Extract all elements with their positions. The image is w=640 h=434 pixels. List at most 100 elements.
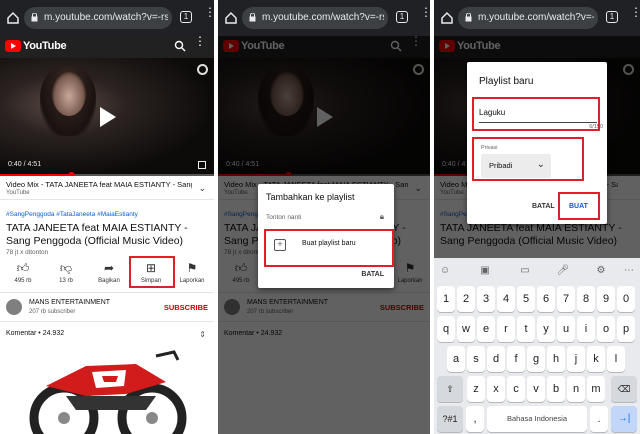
gear-icon[interactable]: ⚙ (594, 264, 608, 278)
symbols-key[interactable]: ?#1 (437, 406, 463, 432)
expand-comments-icon[interactable]: ⇕ (199, 330, 206, 339)
video-title: TATA JANEETA feat MAIA ESTIANTY - Sang P… (6, 222, 188, 247)
key-n[interactable]: n (567, 376, 585, 402)
address-bar[interactable]: m.youtube.com/watch?v=-rs-404 (242, 7, 388, 29)
subscriber-count: 207 rb subscriber (29, 309, 76, 315)
chevron-down-icon[interactable]: ⌄ (198, 183, 206, 194)
key-u[interactable]: u (557, 316, 575, 342)
key-j[interactable]: j (567, 346, 585, 372)
browser-menu-icon[interactable]: ⋮ (630, 6, 640, 18)
key-b[interactable]: b (547, 376, 565, 402)
emoji-icon[interactable]: ☺ (438, 264, 452, 278)
key-a[interactable]: a (447, 346, 465, 372)
more-icon[interactable]: ⋯ (622, 264, 636, 278)
space-key[interactable]: Bahasa Indonesia (487, 406, 587, 432)
key-7[interactable]: 7 (557, 286, 575, 312)
youtube-brand[interactable]: YouTube (23, 40, 67, 52)
address-bar[interactable]: m.youtube.com/watch?v=-rs-404 (458, 7, 598, 29)
key-y[interactable]: y (537, 316, 555, 342)
key-e[interactable]: e (477, 316, 495, 342)
shift-key[interactable]: ⇧ (437, 376, 463, 402)
youtube-header: YouTube ⋮ (0, 35, 214, 58)
search-icon[interactable] (174, 40, 186, 52)
key-r[interactable]: r (497, 316, 515, 342)
key-4[interactable]: 4 (497, 286, 515, 312)
mix-bar[interactable]: Video Mix - TATA JANEETA feat MAIA ESTIA… (0, 176, 214, 200)
address-bar[interactable]: m.youtube.com/watch?v=-rs-404 (24, 7, 172, 29)
key-3[interactable]: 3 (477, 286, 495, 312)
key-o[interactable]: o (597, 316, 615, 342)
like-count: 495 rb (14, 278, 32, 284)
gif-icon[interactable]: ▭ (518, 264, 532, 278)
key-w[interactable]: w (457, 316, 475, 342)
key-i[interactable]: i (577, 316, 595, 342)
url-text: m.youtube.com/watch?v=-rs-404 (478, 12, 594, 23)
highlight-name-field (472, 97, 600, 131)
youtube-logo-icon[interactable] (5, 40, 21, 52)
home-icon[interactable] (224, 11, 238, 25)
channel-name[interactable]: MANS ENTERTAINMENT (29, 299, 110, 306)
youtube-menu-icon[interactable]: ⋮ (194, 35, 206, 47)
motorbike-image (6, 346, 208, 434)
key-d[interactable]: d (487, 346, 505, 372)
home-icon[interactable] (6, 11, 20, 25)
key-s[interactable]: s (467, 346, 485, 372)
dislike-button[interactable]: 👎︎ 13 rb (46, 258, 86, 292)
key-0[interactable]: 0 (617, 286, 635, 312)
key-z[interactable]: z (467, 376, 485, 402)
key-2[interactable]: 2 (457, 286, 475, 312)
comma-key[interactable]: , (466, 406, 484, 432)
highlight-save-button (129, 256, 175, 288)
like-button[interactable]: 👍︎ 495 rb (3, 258, 43, 292)
key-8[interactable]: 8 (577, 286, 595, 312)
hashtags[interactable]: #SangPenggoda #TataJaneeta #MaiaEstianty (6, 211, 138, 218)
lock-icon: 🔒︎ (379, 212, 384, 221)
key-9[interactable]: 9 (597, 286, 615, 312)
cancel-button[interactable]: BATAL (361, 271, 384, 278)
enter-key[interactable]: →| (611, 406, 637, 432)
url-text: m.youtube.com/watch?v=-rs-404 (44, 12, 168, 23)
key-p[interactable]: p (617, 316, 635, 342)
key-h[interactable]: h (547, 346, 565, 372)
key-g[interactable]: g (527, 346, 545, 372)
key-x[interactable]: x (487, 376, 505, 402)
tab-switcher-button[interactable]: 1 (180, 11, 192, 23)
share-button[interactable]: ➦ Bagikan (89, 258, 129, 292)
key-c[interactable]: c (507, 376, 525, 402)
period-key[interactable]: . (590, 406, 608, 432)
browser-menu-icon[interactable]: ⋮ (204, 6, 214, 18)
tab-switcher-button[interactable]: 1 (396, 11, 408, 23)
key-5[interactable]: 5 (517, 286, 535, 312)
cancel-button[interactable]: BATAL (532, 203, 555, 210)
key-m[interactable]: m (587, 376, 605, 402)
video-subject-face (52, 72, 86, 116)
key-f[interactable]: f (507, 346, 525, 372)
avatar[interactable] (6, 299, 22, 315)
video-player[interactable]: 0:40 / 4:51 (0, 58, 214, 176)
key-l[interactable]: l (607, 346, 625, 372)
backspace-key[interactable]: ⌫ (611, 376, 637, 402)
report-button[interactable]: ⚑ Laporkan (172, 258, 212, 292)
fullscreen-icon[interactable] (198, 161, 206, 169)
subscribe-button[interactable]: SUBSCRIBE (164, 303, 208, 312)
browser-toolbar: m.youtube.com/watch?v=-rs-404 1 ⋮ (0, 0, 214, 36)
tab-switcher-button[interactable]: 1 (606, 11, 618, 23)
channel-row[interactable]: MANS ENTERTAINMENT 207 rb subscriber SUB… (0, 292, 214, 322)
key-v[interactable]: v (527, 376, 545, 402)
key-k[interactable]: k (587, 346, 605, 372)
key-t[interactable]: t (517, 316, 535, 342)
browser-menu-icon[interactable]: ⋮ (420, 6, 430, 18)
lock-icon (465, 13, 472, 22)
sticker-icon[interactable]: ▣ (478, 264, 492, 278)
play-icon[interactable] (100, 107, 116, 127)
mic-icon[interactable]: 🎤︎ (556, 264, 570, 278)
home-icon[interactable] (440, 11, 454, 25)
comments-header[interactable]: Komentar • 24.932 (6, 330, 64, 337)
gear-icon[interactable] (197, 64, 208, 75)
watch-later-option[interactable]: Tonton nanti (266, 214, 301, 221)
key-q[interactable]: q (437, 316, 455, 342)
key-1[interactable]: 1 (437, 286, 455, 312)
key-6[interactable]: 6 (537, 286, 555, 312)
view-count: 78 jt x ditonton (6, 249, 49, 256)
video-time: 0:40 / 4:51 (8, 161, 42, 168)
